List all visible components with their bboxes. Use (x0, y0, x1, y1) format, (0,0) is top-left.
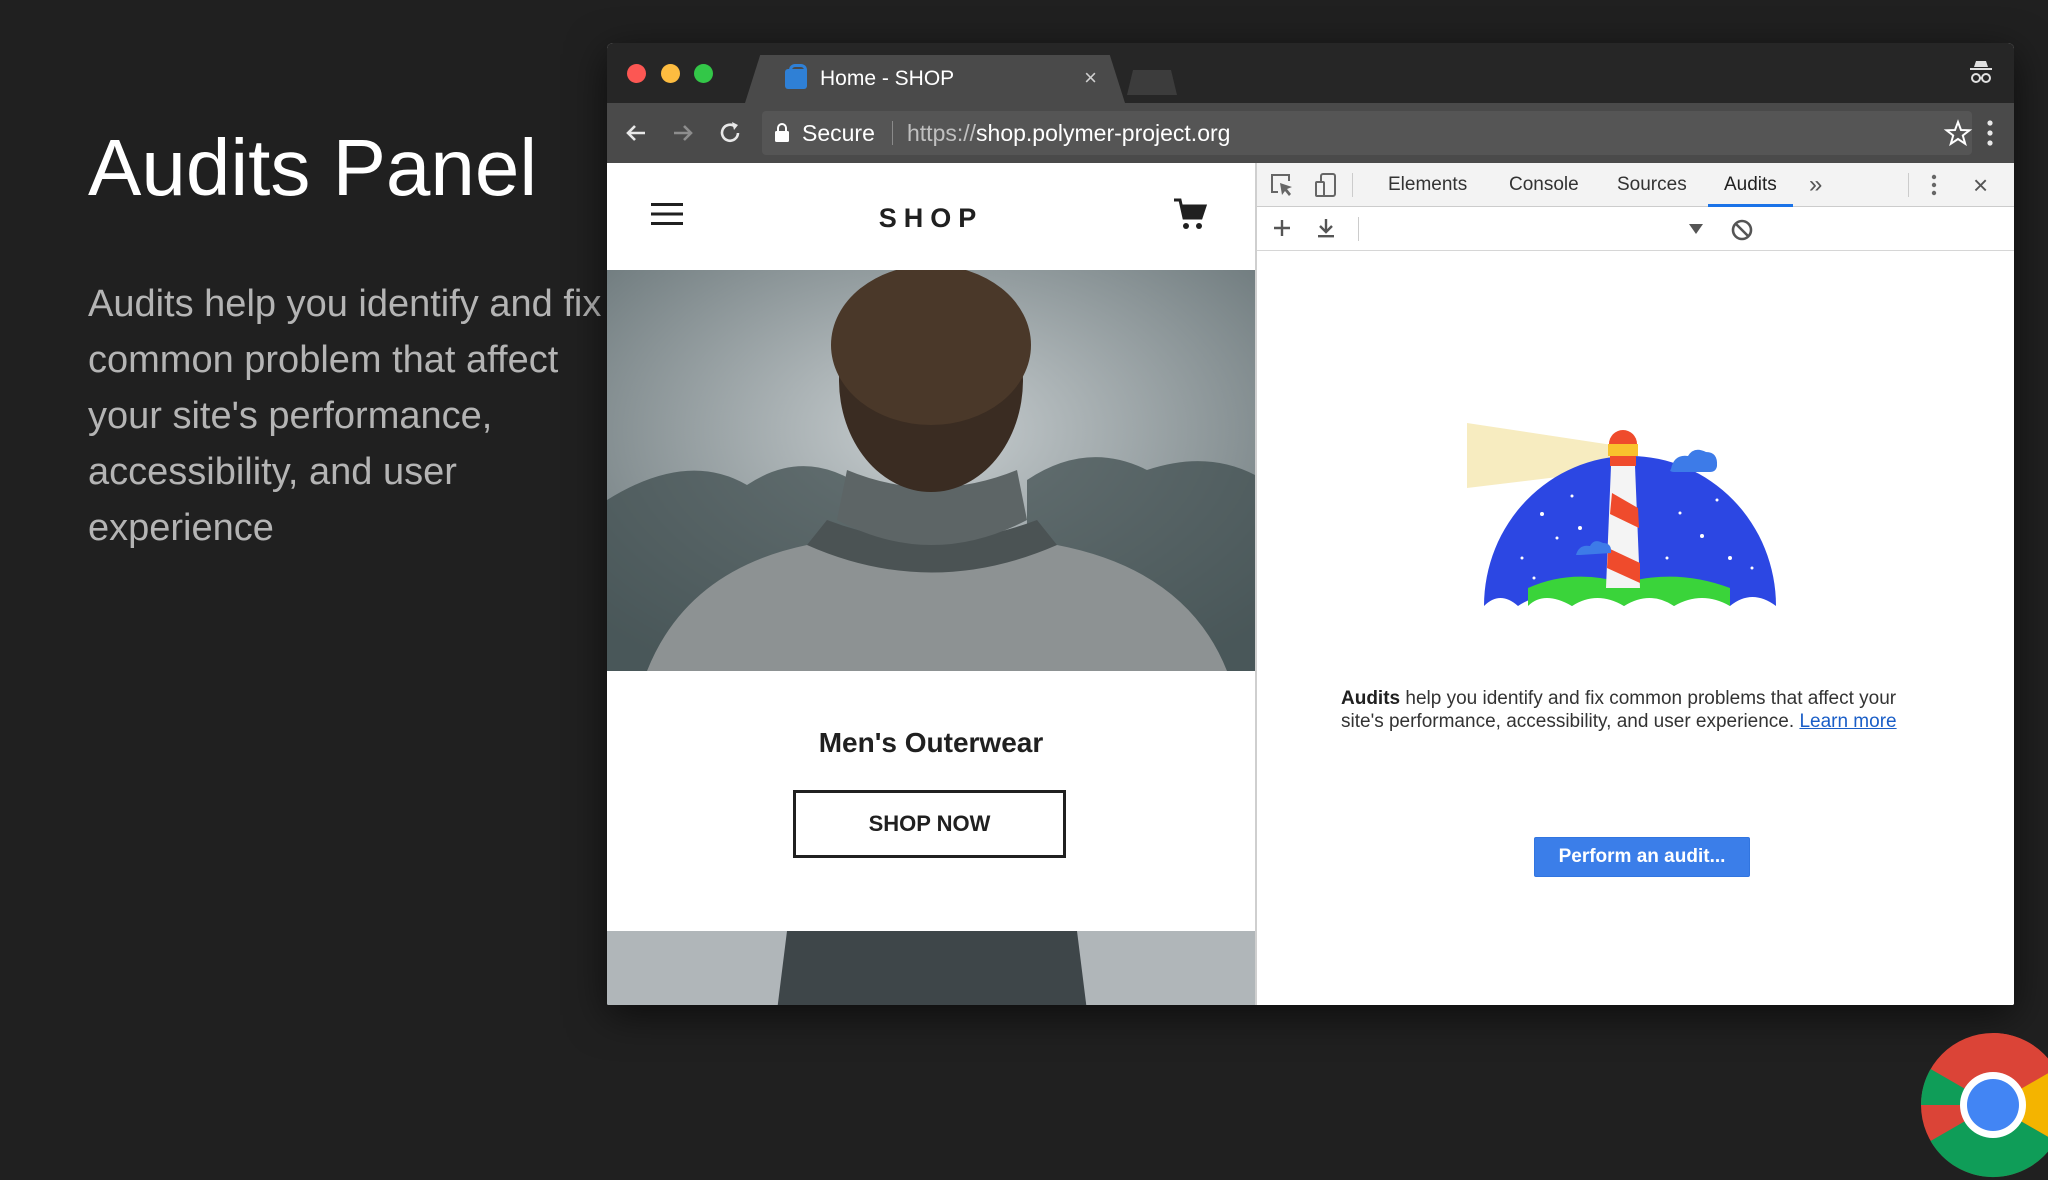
devtools-tab-bar: Elements Console Sources Audits » × (1257, 163, 2014, 207)
tab-close-icon[interactable]: × (1084, 66, 1097, 90)
tab-bar: Home - SHOP × (607, 43, 2014, 103)
category-card: Men's Outerwear SHOP NOW (607, 671, 1255, 931)
lighthouse-logo-icon (1467, 423, 1776, 606)
url-host: shop.polymer-project.org (976, 120, 1231, 146)
devtools-separator (1352, 173, 1353, 197)
window-minimize-button[interactable] (661, 64, 680, 83)
chrome-logo-icon (1921, 1032, 2048, 1178)
audits-description: Audits help you identify and fix common … (1341, 687, 1941, 733)
learn-more-link[interactable]: Learn more (1799, 711, 1896, 732)
audits-toolbar (1257, 207, 2014, 251)
hero-image (607, 270, 1255, 671)
slide-title: Audits Panel (88, 123, 538, 212)
url-scheme: https:// (907, 120, 977, 146)
audits-description-bold: Audits (1341, 688, 1401, 709)
url-text: https://shop.polymer-project.org (907, 120, 1230, 147)
secure-label: Secure (802, 120, 875, 146)
address-bar[interactable]: Secure https://shop.polymer-project.org (762, 111, 1974, 155)
plus-icon[interactable] (1269, 215, 1295, 241)
web-page: SHOP Men's Outerwear SHOP NOW (607, 163, 1255, 1005)
browser-tab[interactable]: Home - SHOP × (745, 55, 1125, 103)
download-icon[interactable] (1313, 215, 1339, 241)
category-title: Men's Outerwear (818, 727, 1044, 758)
shop-now-button[interactable]: SHOP NOW (793, 790, 1066, 858)
more-tabs-icon[interactable]: » (1809, 171, 1822, 199)
browser-window: Home - SHOP × Secure https://shop.polyme… (607, 43, 2014, 1005)
tab-console[interactable]: Console (1509, 163, 1579, 207)
hero-photo (607, 270, 1255, 671)
new-tab-button[interactable] (1127, 70, 1177, 95)
tab-title: Home - SHOP (820, 67, 955, 90)
second-hero-photo (607, 931, 1255, 1005)
shop-logo[interactable]: SHOP (607, 203, 1255, 234)
lock-icon (775, 123, 789, 142)
window-close-button[interactable] (627, 64, 646, 83)
perform-audit-button[interactable]: Perform an audit... (1534, 837, 1750, 877)
shop-favicon-icon (785, 64, 807, 89)
reload-icon[interactable] (715, 118, 745, 148)
arrow-right-icon[interactable] (668, 118, 698, 148)
devtools-separator (1908, 173, 1909, 197)
report-dropdown-icon[interactable] (1689, 224, 1703, 234)
cart-icon[interactable] (1172, 196, 1208, 232)
omnibox-separator (892, 121, 893, 145)
window-zoom-button[interactable] (694, 64, 713, 83)
shop-header: SHOP (607, 163, 1255, 270)
tab-elements[interactable]: Elements (1388, 163, 1467, 207)
second-hero-image (607, 931, 1255, 1005)
tab-audits[interactable]: Audits (1708, 163, 1793, 207)
clear-icon[interactable] (1729, 217, 1755, 243)
tab-sources[interactable]: Sources (1617, 163, 1687, 207)
arrow-left-icon[interactable] (621, 118, 651, 148)
slide-description: Audits help you identify and fix common … (88, 283, 602, 549)
inspect-element-icon[interactable] (1269, 172, 1295, 198)
kebab-menu-icon[interactable] (1984, 118, 1996, 148)
star-icon[interactable] (1942, 117, 1974, 149)
devtools-menu-icon[interactable] (1930, 173, 1938, 197)
devtools-close-icon[interactable]: × (1973, 171, 1988, 199)
devtools-panel: Elements Console Sources Audits » × Audi… (1257, 163, 2014, 1005)
device-toolbar-icon[interactable] (1313, 172, 1339, 198)
toolbar-separator (1358, 217, 1359, 241)
incognito-icon (1970, 61, 1992, 83)
browser-toolbar: Secure https://shop.polymer-project.org (607, 103, 2014, 163)
